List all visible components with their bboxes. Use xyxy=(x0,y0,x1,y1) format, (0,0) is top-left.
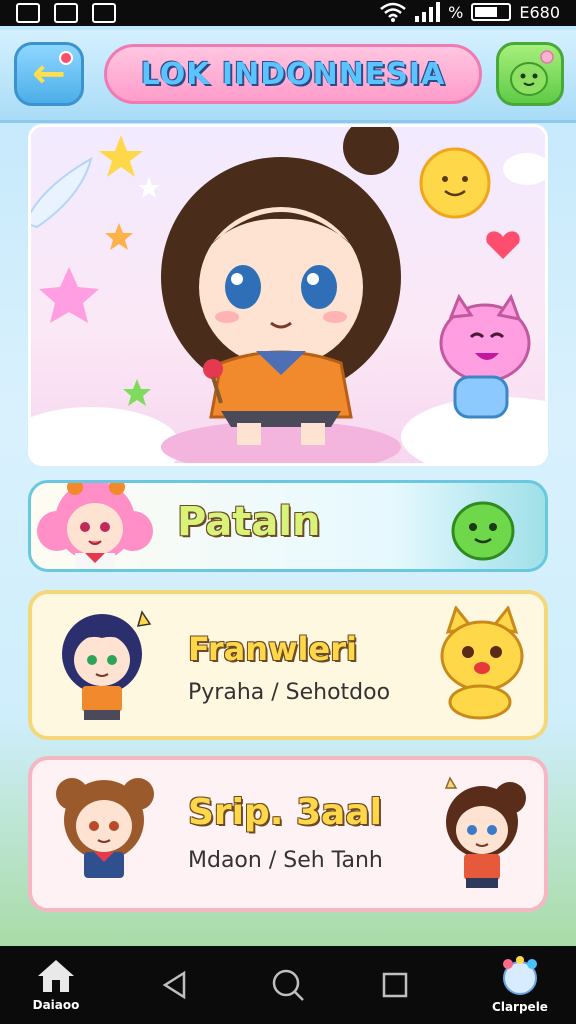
star-icon xyxy=(138,177,160,198)
feather-icon xyxy=(31,156,93,229)
clock: E680 xyxy=(519,2,560,22)
notification-icons xyxy=(16,3,116,23)
card-subtitle: Pyraha / Sehotdoo xyxy=(188,680,391,705)
star-icon xyxy=(123,379,151,406)
notification-icon xyxy=(54,3,78,23)
character-card-3[interactable]: Srip. 3aal Mdaon / Seh Tanh xyxy=(28,756,548,912)
back-button[interactable]: ← xyxy=(14,42,84,106)
notification-icon xyxy=(16,3,40,23)
star-icon xyxy=(105,223,133,250)
brown-hair-girl-avatar xyxy=(56,778,154,878)
home-icon xyxy=(38,960,74,992)
mascot-menu-button[interactable] xyxy=(496,42,564,106)
status-bar: % E680 xyxy=(0,0,576,26)
hero-illustration xyxy=(28,124,548,466)
nav-back[interactable] xyxy=(150,946,200,1024)
yellow-cat-mascot-icon xyxy=(440,606,524,720)
page-title: LOK INDONNESIA xyxy=(104,44,482,104)
battery-percent: % xyxy=(448,2,464,22)
search-icon xyxy=(272,969,304,1001)
nav-profile-label: Clarpele xyxy=(492,1000,548,1014)
navy-hair-boy-avatar xyxy=(62,610,152,720)
green-blob-mascot-icon xyxy=(451,501,515,561)
crystal-ball-icon xyxy=(503,956,537,995)
app-header: ← LOK INDONNESIA xyxy=(0,30,576,123)
card-title: Franwleri xyxy=(188,630,357,668)
star-icon xyxy=(99,135,143,177)
square-recents-icon xyxy=(382,972,408,998)
star-icon xyxy=(39,267,99,323)
notification-icon xyxy=(92,3,116,23)
notification-dot xyxy=(59,51,73,65)
bottom-navigation: Daiaoo Clarpele xyxy=(0,946,576,1024)
nav-recents[interactable] xyxy=(370,946,420,1024)
card-subtitle: Mdaon / Seh Tanh xyxy=(188,848,383,873)
nav-home[interactable]: Daiaoo xyxy=(26,946,86,1024)
green-mascot-icon xyxy=(510,50,554,96)
sun-icon xyxy=(419,147,491,219)
triangle-back-icon xyxy=(162,970,186,1000)
wifi-icon xyxy=(380,2,406,22)
nav-search[interactable] xyxy=(262,946,314,1024)
nav-profile[interactable]: Clarpele xyxy=(478,946,562,1024)
hero-scene xyxy=(31,127,545,463)
character-card-2[interactable]: Franwleri Pyraha / Sehotdoo xyxy=(28,590,548,740)
nav-home-label: Daiaoo xyxy=(32,998,80,1012)
pink-hair-girl-avatar xyxy=(37,483,153,569)
system-indicators: % E680 xyxy=(380,2,560,22)
card-title: Srip. 3aal xyxy=(188,792,382,833)
card-title: Pataln xyxy=(177,499,321,545)
battery-icon xyxy=(471,3,512,21)
heart-icon xyxy=(486,231,520,259)
chibi-girl-character xyxy=(161,127,401,445)
character-card-1[interactable]: Pataln xyxy=(28,480,548,572)
signal-icon xyxy=(415,2,441,22)
brown-ponytail-girl-avatar xyxy=(444,776,526,888)
